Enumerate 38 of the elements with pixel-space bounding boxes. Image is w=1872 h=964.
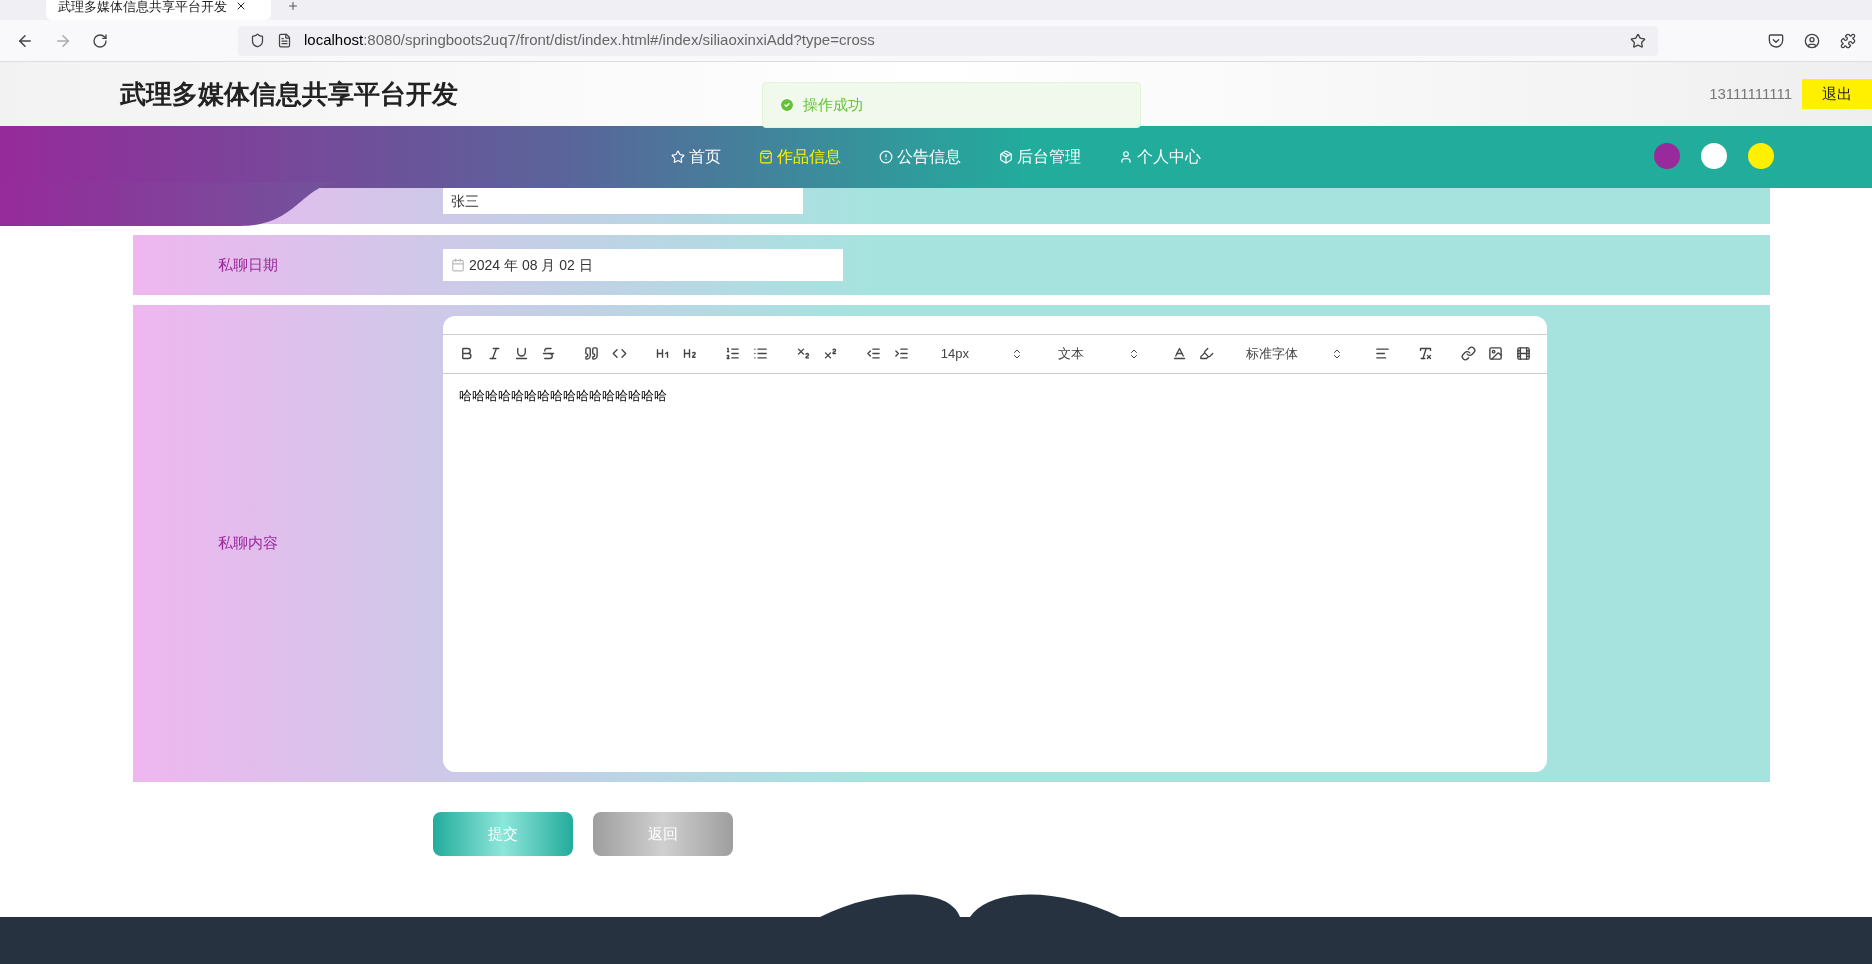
- theme-swatch[interactable]: [1748, 143, 1774, 169]
- pocket-icon[interactable]: [1768, 32, 1784, 49]
- rich-text-editor[interactable]: 14px 文本 标准字体 哈哈哈哈哈哈哈哈哈哈哈哈哈哈哈哈: [443, 315, 1547, 772]
- account-icon[interactable]: [1804, 32, 1820, 49]
- logout-button[interactable]: 退出: [1802, 79, 1872, 109]
- tab-title: 武理多媒体信息共享平台开发: [58, 0, 227, 14]
- user-phone: 13111111111: [1709, 83, 1792, 104]
- close-icon[interactable]: [235, 0, 247, 12]
- field-label: 私聊内容: [217, 533, 279, 554]
- address-bar[interactable]: localhost:8080/springboots2uq7/front/dist/index.html#/index/siliaoxinxiAdd?type=cross: [238, 25, 1658, 56]
- reload-icon[interactable]: [92, 32, 108, 49]
- nav-item[interactable]: 首页: [671, 145, 721, 169]
- bookmark-star-icon[interactable]: [1630, 32, 1646, 49]
- bag-icon: [759, 150, 773, 164]
- star-icon: [671, 150, 685, 164]
- toast-text: 操作成功: [803, 94, 863, 115]
- date-value: 2024 年 08 月 02 日: [469, 255, 593, 275]
- theme-swatch[interactable]: [1701, 143, 1727, 169]
- browser-tab[interactable]: 武理多媒体信息共享平台开发: [46, 0, 271, 20]
- url-text: localhost:8080/springboots2uq7/front/dist/index.html#/index/siliaoxinxiAdd?type=cross: [304, 30, 875, 51]
- site-title: 武理多媒体信息共享平台开发: [120, 78, 458, 111]
- shield-icon: [250, 33, 265, 48]
- toolbar-select[interactable]: 14px: [932, 341, 1031, 366]
- alert-icon: [879, 150, 893, 164]
- user-icon: [1119, 150, 1133, 164]
- name-field[interactable]: 张三: [443, 188, 803, 214]
- toolbar-select[interactable]: 标准字体: [1238, 341, 1351, 366]
- package-icon: [999, 150, 1013, 164]
- new-tab-icon[interactable]: [287, 0, 299, 12]
- success-icon: [779, 97, 795, 113]
- calendar-icon: [451, 258, 465, 272]
- extensions-icon[interactable]: [1840, 32, 1856, 49]
- page-icon: [277, 33, 292, 48]
- date-field[interactable]: 2024 年 08 月 02 日: [443, 249, 843, 281]
- toolbar-select[interactable]: 文本: [1050, 341, 1149, 366]
- field-label: 私聊日期: [217, 254, 279, 275]
- theme-swatch[interactable]: [1654, 143, 1680, 169]
- editor-text[interactable]: 哈哈哈哈哈哈哈哈哈哈哈哈哈哈哈哈: [459, 385, 1531, 405]
